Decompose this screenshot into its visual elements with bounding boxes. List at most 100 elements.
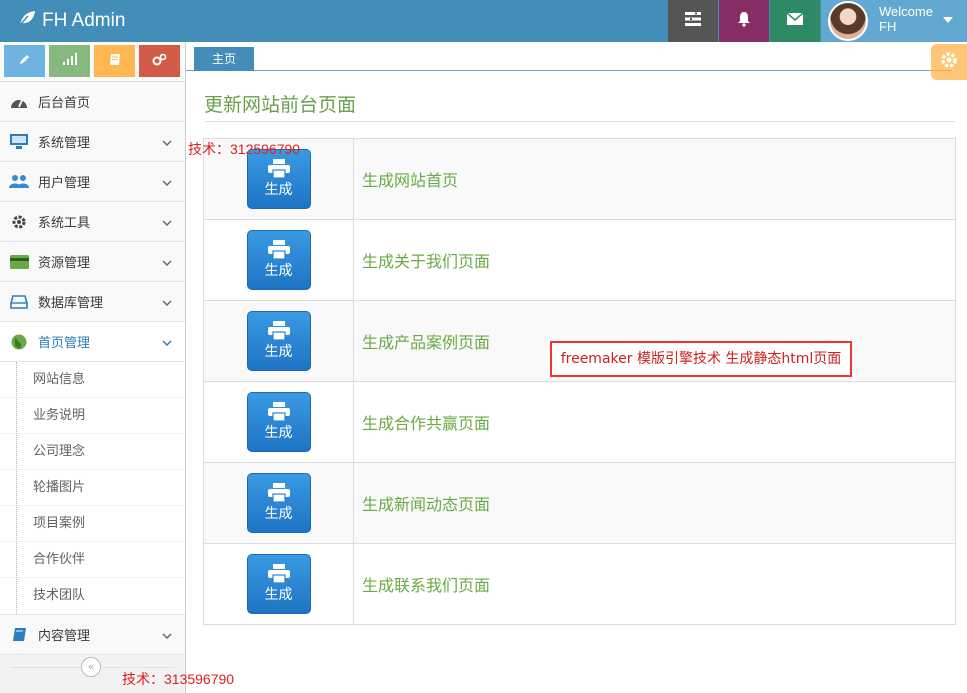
user-menu[interactable]: Welcome FH	[821, 0, 967, 42]
row-label: 生成新闻动态页面	[353, 462, 956, 544]
chevron-down-icon	[162, 136, 172, 151]
submenu-item-carousel[interactable]: 轮播图片	[0, 470, 185, 506]
submenu-item-site-info[interactable]: 网站信息	[0, 362, 185, 398]
shortcut-book-button[interactable]	[94, 45, 135, 77]
chevron-down-icon	[162, 336, 172, 351]
generate-button-label: 生成	[264, 263, 293, 279]
print-icon	[267, 240, 290, 259]
shortcut-settings-button[interactable]	[139, 45, 180, 77]
print-icon	[267, 483, 290, 502]
sidebar-item-label: 首页管理	[38, 336, 91, 351]
pencil-icon	[19, 53, 31, 69]
chevron-down-icon	[162, 176, 172, 191]
sidebar-item-database[interactable]: 数据库管理	[0, 282, 185, 322]
row-label: 生成合作共赢页面	[353, 381, 956, 463]
watermark-top: 技术：312596790	[188, 141, 301, 157]
envelope-icon	[786, 12, 804, 29]
watermark-bottom: 技术：313596790	[122, 671, 235, 687]
signal-icon	[62, 53, 77, 69]
username: FH	[879, 19, 897, 34]
tab-home[interactable]: 主页	[194, 47, 254, 71]
welcome-text: Welcome	[879, 4, 933, 19]
chevron-down-icon	[162, 216, 172, 231]
sidebar-item-label: 系统工具	[38, 216, 91, 231]
tasks-icon	[685, 12, 701, 30]
generate-cases-button[interactable]: 生成	[246, 311, 311, 371]
sidebar-item-label: 系统管理	[38, 136, 91, 151]
top-navbar: FH Admin Welcome FH	[0, 0, 967, 42]
print-icon	[267, 402, 290, 421]
submenu-item-business[interactable]: 业务说明	[0, 398, 185, 434]
hdd-icon	[0, 294, 38, 309]
bell-icon	[737, 11, 751, 31]
tab-bar: 主页	[186, 42, 952, 71]
notifications-button[interactable]	[719, 0, 769, 42]
submenu-item-team[interactable]: 技术团队	[0, 578, 185, 614]
print-icon	[267, 159, 290, 178]
sidebar-item-users[interactable]: 用户管理	[0, 162, 185, 202]
row-label: 生成关于我们页面	[353, 219, 956, 301]
sidebar-item-dashboard[interactable]: 后台首页	[0, 82, 185, 122]
submenu-item-partners[interactable]: 合作伙伴	[0, 542, 185, 578]
generate-button-label: 生成	[264, 506, 293, 522]
sidebar-item-label: 用户管理	[38, 176, 91, 191]
sidebar-item-system[interactable]: 系统管理	[0, 122, 185, 162]
shortcut-signal-button[interactable]	[49, 45, 90, 77]
avatar	[828, 1, 868, 41]
submenu-item-philosophy[interactable]: 公司理念	[0, 434, 185, 470]
generate-contact-button[interactable]: 生成	[246, 554, 311, 614]
submenu-homepage: 网站信息 业务说明 公司理念 轮播图片 项目案例 合作伙伴 技术团队	[0, 362, 185, 615]
chevron-down-icon	[162, 296, 172, 311]
desktop-icon	[0, 134, 38, 149]
generate-button-label: 生成	[264, 587, 293, 603]
table-row: 生成 生成联系我们页面	[203, 543, 956, 625]
chevron-down-icon	[162, 629, 172, 644]
tasks-button[interactable]	[668, 0, 718, 42]
shortcut-bar	[0, 42, 185, 82]
messages-button[interactable]	[770, 0, 820, 42]
sidebar-item-homepage[interactable]: 首页管理	[0, 322, 185, 362]
print-icon	[267, 564, 290, 583]
dashboard-icon	[0, 95, 38, 109]
row-label: 生成网站首页	[353, 138, 956, 220]
table-row: 生成 生成新闻动态页面	[203, 462, 956, 544]
caret-down-icon	[943, 17, 953, 23]
settings-button[interactable]	[931, 44, 967, 80]
table-row: 生成 生成网站首页	[203, 138, 956, 220]
generate-about-button[interactable]: 生成	[246, 230, 311, 290]
sidebar-item-content[interactable]: 内容管理	[0, 615, 185, 655]
generate-button-label: 生成	[264, 182, 293, 198]
print-icon	[267, 321, 290, 340]
gear-icon	[940, 51, 958, 73]
brand-title: FH Admin	[42, 10, 126, 31]
generate-button-label: 生成	[264, 425, 293, 441]
sidebar: 后台首页 系统管理 用户管理 系统工具 资源管理 数据库管理 首页管理 网站信息…	[0, 42, 186, 693]
sidebar-item-resources[interactable]: 资源管理	[0, 242, 185, 282]
sidebar-item-label: 资源管理	[38, 256, 91, 271]
generate-news-button[interactable]: 生成	[246, 473, 311, 533]
sidebar-item-label: 后台首页	[38, 96, 91, 111]
book-icon	[109, 53, 121, 70]
cog-icon	[0, 214, 38, 230]
double-angle-left-icon[interactable]: «	[81, 657, 101, 677]
table-row: 生成 生成合作共赢页面	[203, 381, 956, 463]
row-label: 生成联系我们页面	[353, 543, 956, 625]
shortcut-edit-button[interactable]	[4, 45, 45, 77]
brand[interactable]: FH Admin	[18, 0, 125, 42]
table-row: 生成 生成关于我们页面	[203, 219, 956, 301]
sidebar-item-label: 数据库管理	[38, 296, 104, 311]
generate-table: 生成 生成网站首页 生成 生成关于我们页面 生成 生成产品案例页面 生成 生成合…	[203, 138, 956, 625]
generate-partners-button[interactable]: 生成	[246, 392, 311, 452]
sidebar-item-tools[interactable]: 系统工具	[0, 202, 185, 242]
sidebar-item-label: 内容管理	[38, 629, 91, 644]
credit-card-icon	[0, 254, 38, 269]
page-title: 更新网站前台页面	[204, 90, 956, 122]
chevron-down-icon	[162, 256, 172, 271]
users-icon	[0, 174, 38, 189]
book-icon	[0, 627, 38, 642]
annotation-box: freemaker 模版引擎技术 生成静态html页面	[550, 341, 852, 377]
leaf-icon	[18, 10, 42, 32]
generate-button-label: 生成	[264, 344, 293, 360]
globe-icon	[0, 334, 38, 350]
submenu-item-cases[interactable]: 项目案例	[0, 506, 185, 542]
